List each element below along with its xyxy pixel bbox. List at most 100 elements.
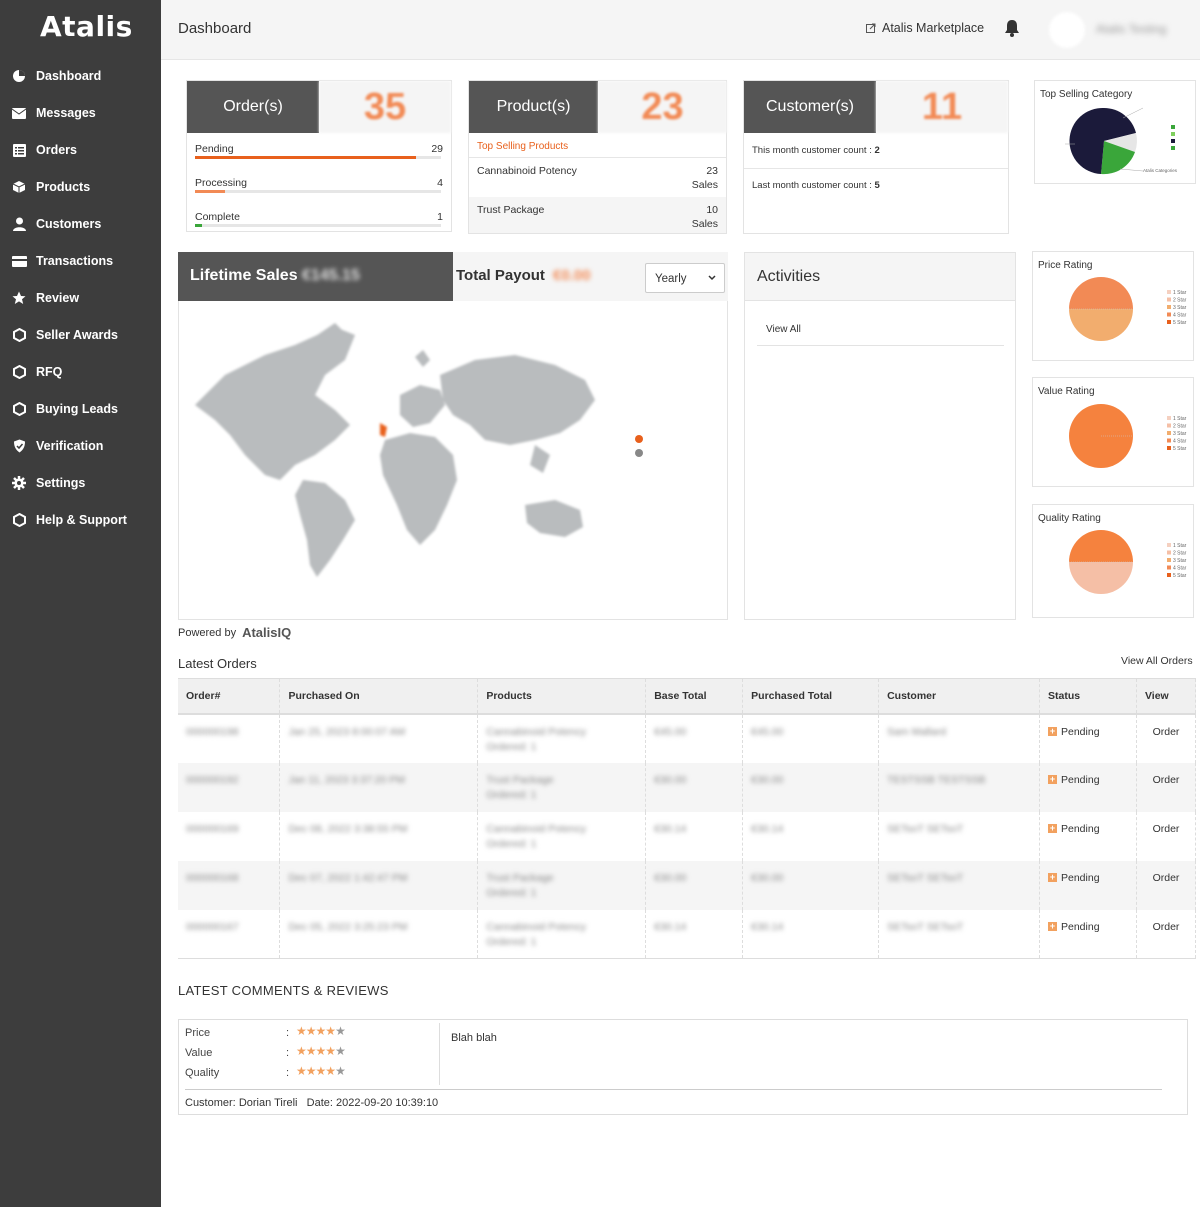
- legend-label: 1 Star: [1173, 416, 1187, 422]
- sidebar-item-customers[interactable]: Customers: [0, 209, 161, 239]
- star-icon: ★: [296, 1064, 307, 1078]
- powered-by-label: Powered by: [178, 626, 237, 639]
- period-select-value: Yearly: [655, 273, 687, 285]
- pie-slice[interactable]: [1069, 309, 1133, 341]
- order-status-bar: [195, 224, 441, 227]
- legend-label: 3 Star: [1173, 305, 1187, 311]
- legend-swatch: [1167, 558, 1171, 562]
- star-icon: ★: [305, 1064, 317, 1078]
- world-map[interactable]: [185, 315, 665, 585]
- customers-card: Customer(s) 11 This month customer count…: [743, 80, 1009, 234]
- purchased-on: Dec 05, 2022 3:25:23 PM: [288, 920, 408, 933]
- legend-swatch: [1167, 290, 1171, 294]
- pie-slice[interactable]: [1069, 277, 1133, 309]
- product-name: Trust Package: [486, 871, 554, 884]
- view-order-link[interactable]: Order: [1153, 774, 1180, 786]
- username[interactable]: Atalis Testing: [1096, 22, 1166, 36]
- order-status-label[interactable]: Pending: [195, 143, 234, 155]
- column-header[interactable]: Base Total: [645, 678, 744, 715]
- base-total: €30.00: [654, 871, 687, 884]
- pie-slice[interactable]: [1069, 562, 1133, 594]
- pie-slice[interactable]: [1069, 107, 1104, 174]
- legend-dot: [635, 435, 643, 443]
- order-number: 000000168: [186, 871, 239, 884]
- sidebar-item-products[interactable]: Products: [0, 172, 161, 202]
- atalis-logo[interactable]: Atalis: [40, 10, 133, 43]
- view-all-activities-link[interactable]: View All: [766, 324, 801, 335]
- chevron-down-icon: [708, 275, 716, 281]
- purchased-total: €45.00: [751, 725, 784, 738]
- rating-label: Quality: [185, 1067, 220, 1079]
- sidebar-item-settings[interactable]: Settings: [0, 468, 161, 498]
- avatar[interactable]: [1049, 12, 1085, 48]
- ordered-qty: Ordered: 1: [486, 886, 537, 899]
- view-order-link[interactable]: Order: [1153, 823, 1180, 835]
- legend-label: 4 Star: [1173, 439, 1187, 445]
- pie-slice[interactable]: [1069, 530, 1133, 562]
- sidebar-item-review[interactable]: Review: [0, 283, 161, 313]
- view-order-link[interactable]: Order: [1153, 921, 1180, 933]
- user-icon: [11, 216, 27, 232]
- customer-name[interactable]: Dorian Tireli: [239, 1097, 298, 1109]
- purchased-total: €30.00: [751, 773, 784, 786]
- column-header[interactable]: Status: [1039, 678, 1137, 715]
- order-status-label[interactable]: Complete: [195, 211, 240, 223]
- product-name[interactable]: Trust Package: [477, 204, 544, 216]
- purchased-on: Dec 07, 2022 1:42:47 PM: [288, 871, 408, 884]
- order-status-bar-fill: [195, 156, 417, 159]
- order-status-label[interactable]: Processing: [195, 177, 247, 189]
- rating-colon: :: [286, 1027, 290, 1039]
- atalisiq-logo: AtalisIQ: [242, 625, 292, 640]
- sidebar-item-seller-awards[interactable]: Seller Awards: [0, 320, 161, 350]
- column-header[interactable]: Purchased Total: [742, 678, 880, 715]
- sidebar-item-label: Products: [36, 180, 91, 194]
- powered-by: Powered by AtalisIQ: [178, 625, 291, 640]
- column-header[interactable]: Products: [477, 678, 647, 715]
- customer-name: TESTSSB TESTSSB: [887, 773, 986, 786]
- column-header[interactable]: Customer: [878, 678, 1040, 715]
- order-status-bar: [195, 190, 441, 193]
- sidebar-item-buying-leads[interactable]: Buying Leads: [0, 394, 161, 424]
- activities-panel: Activities View All: [744, 252, 1016, 620]
- top-selling-products-link[interactable]: Top Selling Products: [477, 141, 568, 152]
- star-icon: ★: [296, 1024, 307, 1038]
- orders-card: Order(s) 35 Pending 29 Processing 4 Complete…: [186, 80, 452, 232]
- legend-swatch: [1167, 565, 1171, 570]
- sidebar-item-messages[interactable]: Messages: [0, 98, 161, 128]
- column-header[interactable]: View: [1136, 678, 1197, 715]
- product-name: Cannabinoid Potency: [486, 725, 587, 738]
- status-label: Pending: [1061, 920, 1100, 933]
- view-order-link[interactable]: Order: [1153, 872, 1180, 884]
- marketplace-link[interactable]: Atalis Marketplace: [866, 21, 984, 35]
- sidebar-item-help-support[interactable]: Help & Support: [0, 505, 161, 535]
- price-rating-chart: Price Rating 1 Star 2 Star 3 Star 4 Star 5 S…: [1032, 251, 1194, 361]
- bell-icon[interactable]: [1004, 19, 1020, 37]
- column-header[interactable]: Purchased On: [279, 678, 479, 715]
- legend-label: 4 Star: [1173, 566, 1187, 572]
- view-all-orders-link[interactable]: View All Orders: [1121, 655, 1193, 667]
- sidebar-item-verification[interactable]: Verification: [0, 431, 161, 461]
- customers-count: 11: [876, 81, 1008, 133]
- order-status-count: 4: [437, 177, 443, 189]
- product-name[interactable]: Cannabinoid Potency: [477, 165, 577, 177]
- lifetime-sales-value: €145.15: [302, 267, 360, 284]
- star-icon: ★: [335, 1024, 346, 1038]
- purchased-on: Dec 08, 2022 3:38:55 PM: [288, 822, 408, 835]
- customer-name: SETsoT SETsoT: [887, 920, 964, 933]
- sidebar-item-dashboard[interactable]: Dashboard: [0, 61, 161, 91]
- star-icon: [11, 290, 27, 306]
- sidebar-item-transactions[interactable]: Transactions: [0, 246, 161, 276]
- legend-label: 2 Star: [1173, 298, 1187, 304]
- column-header[interactable]: Order#: [178, 678, 281, 715]
- sidebar-item-rfq[interactable]: RFQ: [0, 357, 161, 387]
- pending-icon: +: [1048, 774, 1057, 784]
- order-number: 000000198: [186, 725, 239, 738]
- lifetime-sales-label: Lifetime Sales: [190, 267, 298, 284]
- view-order-link[interactable]: Order: [1153, 726, 1180, 738]
- sidebar-item-orders[interactable]: Orders: [0, 135, 161, 165]
- legend-swatch: [1167, 446, 1171, 450]
- orders-count: 35: [319, 81, 451, 133]
- legend-label: 1 Star: [1173, 290, 1187, 296]
- legend-swatch: [1167, 573, 1171, 577]
- period-select[interactable]: Yearly: [645, 263, 725, 293]
